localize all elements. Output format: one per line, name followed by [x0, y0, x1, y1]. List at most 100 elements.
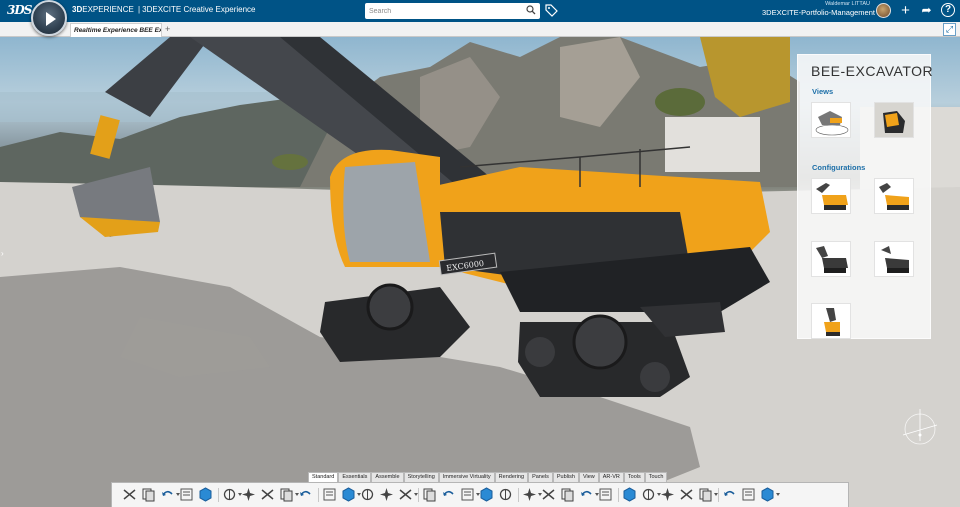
- tool-dropdown-caret-icon[interactable]: [776, 493, 780, 496]
- side-panel-arrow-icon[interactable]: ›: [1, 249, 4, 258]
- views-section-title: Views: [812, 87, 834, 96]
- collab-space-name: 3DEXCITE-Portfolio-Management: [762, 8, 875, 17]
- explode-icon[interactable]: [622, 487, 637, 502]
- toolbar-divider: [718, 488, 719, 502]
- camera-icon[interactable]: [598, 487, 613, 502]
- experience-panel: BEE-EXCAVATOR Views Configurations: [797, 54, 934, 339]
- excavator-thumbnail-icon: [816, 183, 848, 210]
- brand-rest: EXPERIENCE: [82, 5, 134, 14]
- action-tab-panels[interactable]: Panels: [528, 472, 553, 482]
- steering-icon[interactable]: [722, 487, 737, 502]
- view-thumbnail-1[interactable]: [811, 102, 851, 138]
- hide-show-icon[interactable]: [441, 487, 456, 502]
- action-tab-assemble[interactable]: Assemble: [371, 472, 404, 482]
- play-icon[interactable]: [579, 487, 594, 502]
- undo-icon[interactable]: [179, 487, 194, 502]
- turntable-icon[interactable]: [660, 487, 675, 502]
- action-tab-tools[interactable]: Tools: [623, 472, 645, 482]
- action-tab-view[interactable]: View: [578, 472, 599, 482]
- view-thumbnail-2[interactable]: [874, 102, 914, 138]
- properties-icon[interactable]: [760, 487, 775, 502]
- top-bar: 3DS 3DEXPERIENCE | 3DEXCITE Creative Expe…: [0, 0, 960, 36]
- search-icon[interactable]: [526, 5, 536, 15]
- action-tab-storytelling[interactable]: Storytelling: [403, 472, 439, 482]
- sketch-icon[interactable]: [222, 487, 237, 502]
- image-icon[interactable]: [522, 487, 537, 502]
- help-icon[interactable]: ?: [941, 3, 955, 17]
- render-icon[interactable]: [479, 487, 494, 502]
- action-tab-ar-vr[interactable]: AR-VR: [598, 472, 624, 482]
- cut-icon[interactable]: [122, 487, 137, 502]
- toolbar-divider: [318, 488, 319, 502]
- configurations-section-title: Configurations: [812, 163, 866, 172]
- rotate-icon[interactable]: [341, 487, 356, 502]
- panel-title: BEE-EXCAVATOR: [811, 63, 934, 79]
- paste-icon[interactable]: [160, 487, 175, 502]
- tab-bar: Realtime Experience BEE Ex + ⤢: [0, 22, 960, 37]
- 3d-viewport[interactable]: EXC6000 › BEE-EXCAVATOR Views Configurat…: [0, 37, 960, 507]
- copy-icon[interactable]: [141, 487, 156, 502]
- section-icon[interactable]: [560, 487, 575, 502]
- config-thumbnail-4[interactable]: [874, 241, 914, 277]
- excavator-thumbnail-icon: [875, 103, 913, 137]
- action-tab-rendering[interactable]: Rendering: [494, 472, 529, 482]
- toolbar-divider: [618, 488, 619, 502]
- export-icon[interactable]: [741, 487, 756, 502]
- avatar[interactable]: [876, 3, 891, 18]
- compass-navigation-icon[interactable]: [895, 401, 945, 451]
- toolbar-divider: [518, 488, 519, 502]
- annotate-icon[interactable]: [241, 487, 256, 502]
- zoom-icon[interactable]: [260, 487, 275, 502]
- excavator-thumbnail-icon: [881, 246, 909, 273]
- compass-play-button[interactable]: [31, 0, 67, 36]
- user-name: Waldemar LITTAU: [825, 1, 870, 7]
- toolbar-divider: [418, 488, 419, 502]
- pan-icon[interactable]: [322, 487, 337, 502]
- add-tab-button[interactable]: +: [165, 24, 170, 34]
- shading-icon[interactable]: [422, 487, 437, 502]
- normal-view-icon[interactable]: [379, 487, 394, 502]
- brand-bold: 3D: [72, 5, 83, 14]
- share-icon[interactable]: ➦: [919, 3, 934, 18]
- cube-icon[interactable]: [279, 487, 294, 502]
- capture-icon[interactable]: [541, 487, 556, 502]
- action-bar: [111, 482, 849, 507]
- app-title: 3DEXPERIENCE | 3DEXCITE Creative Experien…: [72, 5, 256, 14]
- config-thumbnail-3[interactable]: [811, 241, 851, 277]
- toolbar-divider: [218, 488, 219, 502]
- tab-realtime-experience[interactable]: Realtime Experience BEE Ex: [70, 23, 162, 37]
- add-icon[interactable]: +: [898, 3, 913, 18]
- action-tab-standard[interactable]: Standard: [308, 472, 339, 482]
- excavator-thumbnail-icon: [824, 308, 840, 336]
- config-thumbnail-1[interactable]: [811, 178, 851, 214]
- collab-space-selector[interactable]: 3DEXCITE-Portfolio-Management ▾: [762, 8, 880, 19]
- swap-icon[interactable]: [460, 487, 475, 502]
- ambience-icon[interactable]: [498, 487, 513, 502]
- first-frame-icon[interactable]: [679, 487, 694, 502]
- search-box: [365, 3, 540, 19]
- excavator-thumbnail-icon: [815, 111, 849, 136]
- expand-icon[interactable]: ⤢: [943, 23, 956, 36]
- excavator-thumbnail-icon: [816, 246, 848, 273]
- config-thumbnail-5[interactable]: [811, 303, 851, 339]
- orbit-icon[interactable]: [641, 487, 656, 502]
- tag-icon[interactable]: [545, 4, 558, 17]
- action-tab-touch[interactable]: Touch: [644, 472, 668, 482]
- zoom-area-icon[interactable]: [360, 487, 375, 502]
- action-tab-immersive-virtuality[interactable]: Immersive Virtuality: [438, 472, 495, 482]
- app-name: 3DEXCITE Creative Experience: [142, 5, 256, 14]
- play-icon: [46, 12, 56, 26]
- magnifier-icon[interactable]: [398, 487, 413, 502]
- ds-logo: 3DS: [7, 3, 32, 17]
- title-separator: |: [138, 5, 141, 14]
- action-tab-essentials[interactable]: Essentials: [338, 472, 372, 482]
- action-bar-tabs: Standard Essentials Assemble Storytelling Im…: [308, 472, 668, 482]
- last-frame-icon[interactable]: [698, 487, 713, 502]
- tree-icon[interactable]: [198, 487, 213, 502]
- action-tab-publish[interactable]: Publish: [552, 472, 579, 482]
- search-input[interactable]: [369, 5, 519, 17]
- config-thumbnail-2[interactable]: [874, 178, 914, 214]
- user-block[interactable]: Waldemar LITTAU 3DEXCITE-Portfolio-Manag…: [762, 1, 880, 21]
- excavator-thumbnail-icon: [879, 183, 909, 210]
- fit-all-icon[interactable]: [298, 487, 313, 502]
